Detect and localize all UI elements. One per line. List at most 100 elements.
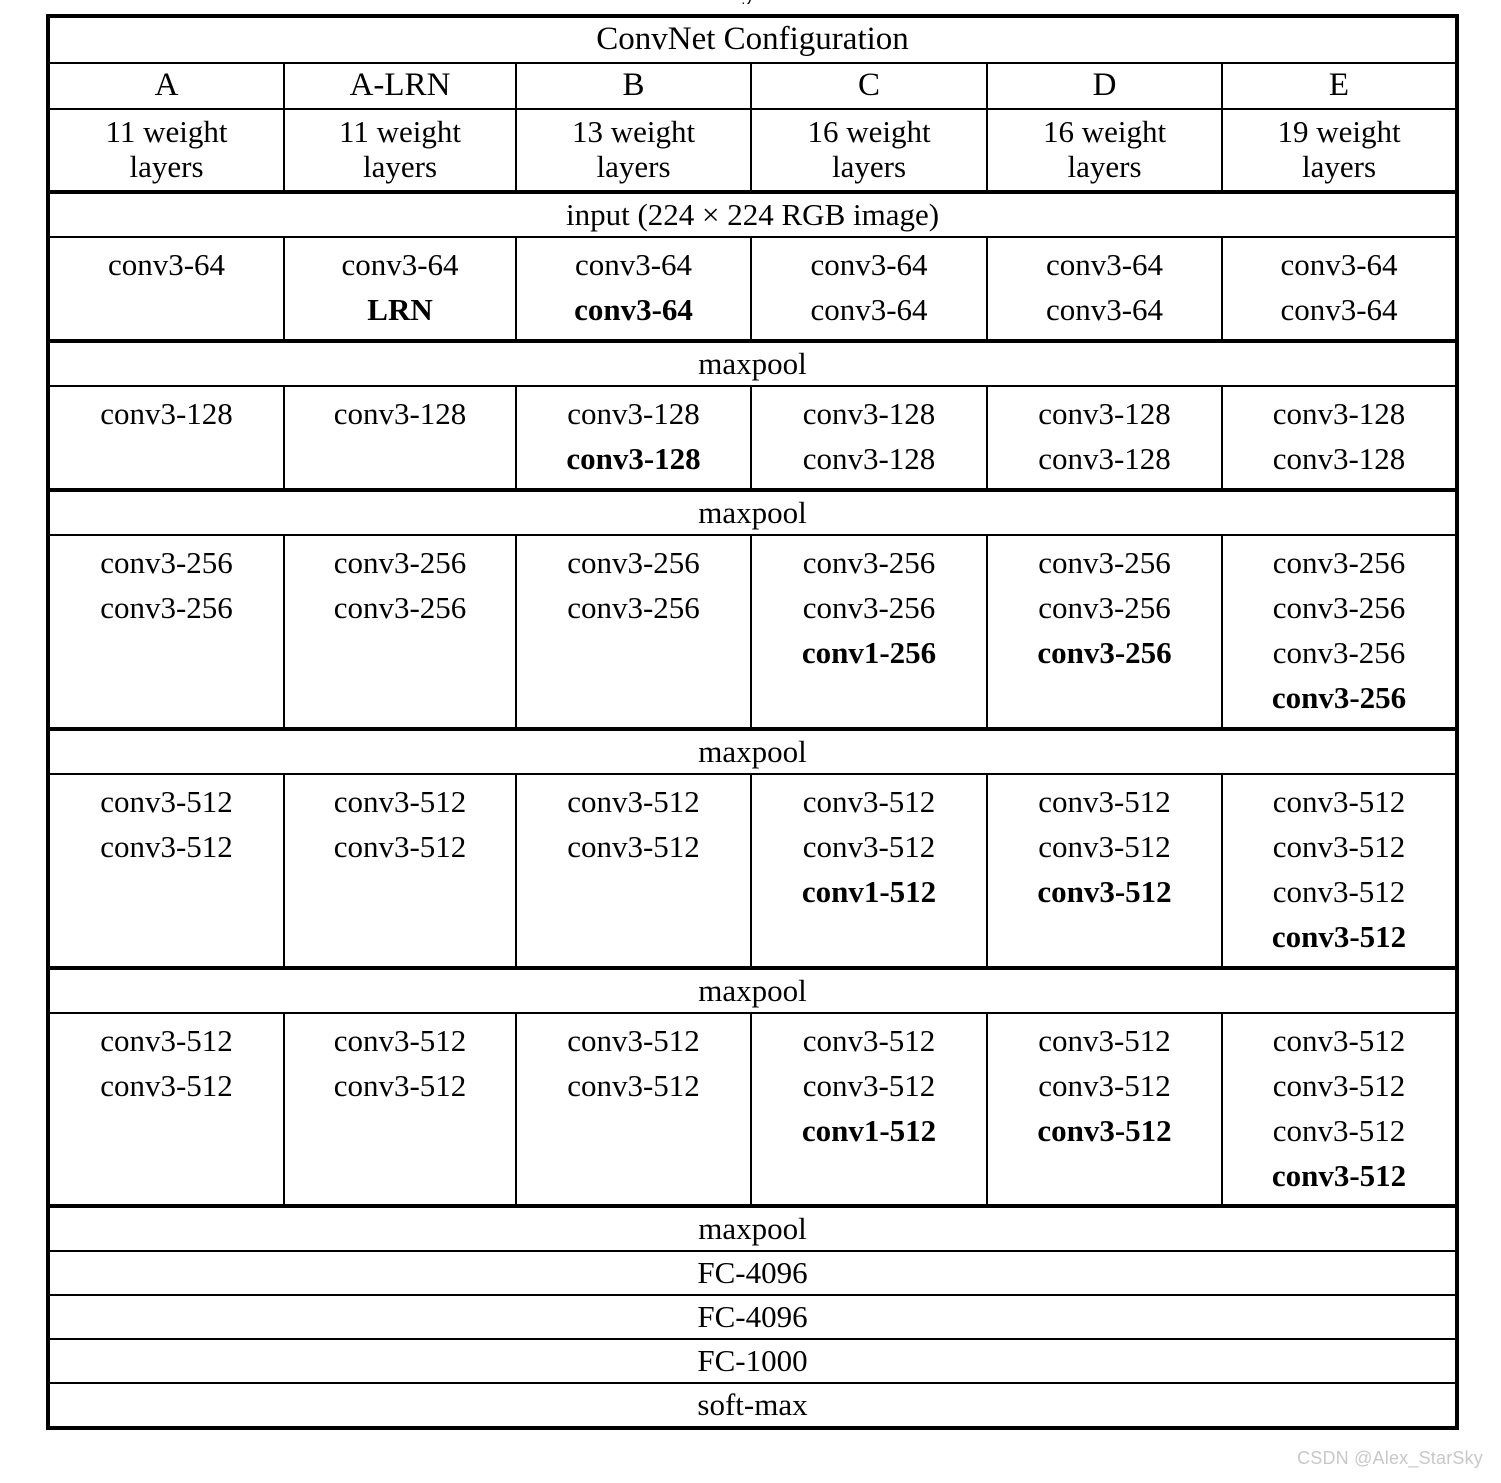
weight-layers-b-line2: layers [596, 148, 671, 184]
conv-layer-label: conv3-256 [100, 590, 233, 626]
convnet-table-body: ConvNet Configuration A A-LRN B C D E 11… [46, 15, 1459, 1430]
cell-b256-a-lrn: conv3-256 conv3-256 [283, 534, 517, 730]
column-header-e: E [1220, 62, 1459, 110]
conv-layer-label: conv3-128 [1272, 396, 1406, 432]
weight-layers-c-line1: 16 weight [807, 114, 931, 149]
cell-b512b-a: conv3-512 conv3-512 [47, 1011, 285, 1208]
conv-layer-label: conv3-64 [574, 292, 693, 328]
conv-layer-label: conv3-512 [333, 783, 467, 819]
conv-layer-label: conv3-64 [107, 247, 226, 283]
conv-block-256-row: conv3-256 conv3-256 conv3-256 conv3-256 co… [47, 534, 1459, 730]
conv-layer-label: conv1-512 [801, 873, 937, 909]
weight-layers-a-lrn: 11 weight layers [283, 107, 517, 195]
conv-layer-label: conv3-512 [1037, 873, 1172, 909]
conv-layer-label: conv3-128 [1272, 441, 1406, 477]
conv-layer-label: conv3-64 [1045, 247, 1164, 283]
conv-layer-label: conv3-512 [1038, 783, 1171, 819]
weight-layers-d-line2: layers [1067, 148, 1142, 184]
conv-layer-label: conv3-512 [567, 783, 700, 819]
cell-b64-a-lrn: conv3-64 LRN [283, 236, 517, 343]
conv-layer-label: conv3-512 [1038, 1022, 1171, 1058]
cell-b64-b: conv3-64 conv3-64 [515, 236, 752, 343]
cell-b256-e: conv3-256 conv3-256 conv3-256 conv3-256 [1220, 534, 1459, 730]
conv-layer-label: conv3-512 [802, 783, 936, 819]
weight-layers-c-line2: layers [831, 148, 907, 184]
convnet-configuration-table: ConvNet Configuration A A-LRN B C D E 11… [46, 14, 1460, 1431]
weight-layers-a: 11 weight layers [47, 107, 285, 195]
cell-b512a-b: conv3-512 conv3-512 [515, 772, 752, 969]
conv-layer-label: conv3-256 [100, 545, 233, 581]
cell-b128-d: conv3-128 conv3-128 [986, 385, 1223, 492]
softmax-row: soft-max [46, 1382, 1459, 1430]
conv-layer-label: conv3-512 [1037, 1112, 1172, 1148]
maxpool-row-1: maxpool [46, 339, 1459, 388]
maxpool-label-3: maxpool [46, 726, 1459, 775]
cell-b64-a: conv3-64 [47, 236, 285, 343]
weight-layers-e-line1: 19 weight [1277, 114, 1401, 149]
table-title-row: ConvNet Configuration [46, 15, 1459, 64]
conv-layer-label: conv3-64 [810, 292, 928, 328]
cropped-caption-artifact: y [0, 0, 1501, 4]
conv-layer-label: conv3-256 [567, 590, 700, 626]
column-header-a-lrn: A-LRN [283, 62, 517, 110]
conv-layer-label: conv3-64 [341, 247, 459, 283]
conv-layer-label: conv3-512 [1272, 1067, 1406, 1103]
conv-layer-label: conv3-128 [333, 396, 467, 432]
conv-layer-label: conv3-256 [1271, 680, 1407, 715]
weight-layers-c: 16 weight layers [750, 107, 988, 195]
conv-layer-label: conv3-256 [333, 590, 467, 626]
column-header-row: A A-LRN B C D E [47, 62, 1459, 110]
conv-layer-label: conv3-512 [1272, 873, 1406, 909]
maxpool-row-3: maxpool [46, 726, 1459, 775]
conv-layer-label: conv3-512 [1271, 918, 1407, 954]
conv-layer-label: conv3-256 [802, 590, 936, 626]
cell-b128-c: conv3-128 conv3-128 [750, 385, 988, 492]
column-header-c: C [750, 62, 988, 110]
conv-layer-label: conv3-64 [810, 247, 928, 283]
maxpool-row-5: maxpool [46, 1204, 1459, 1253]
conv-layer-label: conv3-512 [567, 828, 700, 864]
conv-layer-label: conv3-512 [802, 828, 936, 864]
conv-layer-label: conv3-512 [1038, 1067, 1171, 1103]
column-header-b: B [515, 62, 752, 110]
weight-layers-d: 16 weight layers [986, 107, 1223, 195]
conv-layer-label: conv3-128 [1038, 441, 1171, 477]
conv-layer-label: conv3-512 [100, 783, 233, 819]
conv-layer-label: conv3-128 [802, 396, 936, 432]
conv-layer-label: conv3-64 [574, 247, 693, 283]
fc-row-2: FC-4096 [46, 1294, 1459, 1341]
fc-4096-label-2: FC-4096 [46, 1294, 1459, 1341]
weight-layers-b: 13 weight layers [515, 107, 752, 195]
conv-layer-label: conv3-512 [802, 1067, 936, 1103]
cell-b512b-b: conv3-512 conv3-512 [515, 1011, 752, 1208]
conv-layer-label: conv3-64 [1045, 292, 1164, 328]
conv-layer-label: conv3-512 [100, 1022, 233, 1058]
conv-layer-label: conv3-512 [1272, 1022, 1406, 1058]
conv-layer-label: conv3-512 [333, 828, 467, 864]
cell-b128-b: conv3-128 conv3-128 [515, 385, 752, 492]
conv-layer-label: conv3-128 [567, 396, 700, 432]
cell-b512a-a: conv3-512 conv3-512 [47, 772, 285, 969]
cell-b256-a: conv3-256 conv3-256 [47, 534, 285, 730]
conv-layer-label: conv3-256 [1272, 590, 1406, 626]
convnet-configuration-table-wrap: ConvNet Configuration A A-LRN B C D E 11… [46, 14, 1460, 1431]
cell-b512a-d: conv3-512 conv3-512 conv3-512 [986, 772, 1223, 969]
cell-b128-e: conv3-128 conv3-128 [1220, 385, 1459, 492]
maxpool-label-5: maxpool [46, 1204, 1459, 1253]
cell-b64-e: conv3-64 conv3-64 [1220, 236, 1459, 343]
cell-b64-d: conv3-64 conv3-64 [986, 236, 1223, 343]
conv-layer-label: conv3-128 [1038, 396, 1171, 432]
cell-b256-d: conv3-256 conv3-256 conv3-256 [986, 534, 1223, 730]
conv-layer-label: conv3-512 [1272, 1112, 1406, 1148]
cell-b512b-d: conv3-512 conv3-512 conv3-512 [986, 1011, 1223, 1208]
conv-layer-label: conv3-256 [1272, 545, 1406, 581]
fc-4096-label-1: FC-4096 [46, 1250, 1459, 1297]
cell-b512a-a-lrn: conv3-512 conv3-512 [283, 772, 517, 969]
conv-layer-label: conv1-256 [801, 635, 937, 671]
weight-layers-a-line2: layers [129, 148, 204, 184]
fc-1000-label: FC-1000 [46, 1338, 1459, 1385]
input-spec: input (224 × 224 RGB image) [46, 190, 1459, 239]
conv-layer-label: conv3-256 [1038, 590, 1171, 626]
conv-layer-label: conv3-512 [1038, 828, 1171, 864]
conv-layer-label: conv3-512 [333, 1067, 467, 1103]
